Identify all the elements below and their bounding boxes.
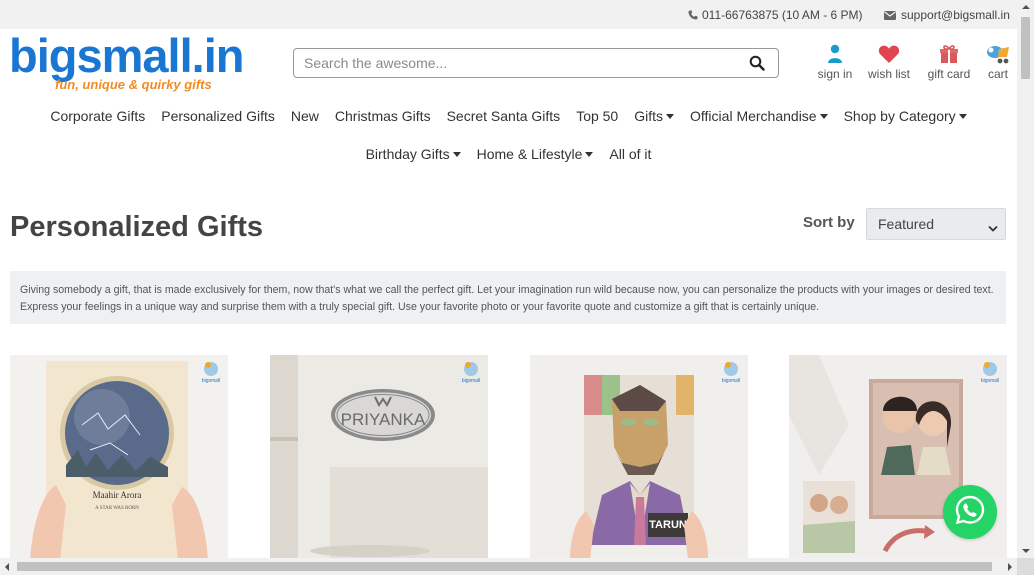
nav-secret-santa-gifts[interactable]: Secret Santa Gifts [439,108,569,124]
svg-text:bigsmall: bigsmall [981,378,999,384]
cart-label: cart [987,67,1008,81]
sign-in-label: sign in [817,67,853,81]
product-personalized-subtext: A STAR WAS BORN [95,506,139,511]
site-logo[interactable]: bigsmall.in fun, unique & quirky gifts [9,29,244,92]
svg-text:bigsmall: bigsmall [202,378,220,384]
main-nav: Corporate Gifts Personalized Gifts New C… [0,108,1017,124]
scrollbar-corner [1017,558,1034,575]
caret-down-icon [666,113,675,119]
nav-label: Birthday Gifts [365,146,450,162]
nav-label: Home & Lifestyle [476,146,583,162]
vertical-scrollbar[interactable] [1017,0,1034,575]
email-text: support@bigsmall.in [901,8,1010,22]
nav-label: Christmas Gifts [334,108,431,124]
sort-value: Featured [878,216,935,232]
category-description: Giving somebody a gift, that is made exc… [10,271,1006,324]
nav-label: Official Merchandise [690,108,817,124]
nav-christmas-gifts[interactable]: Christmas Gifts [327,108,439,124]
nav-label: Secret Santa Gifts [446,108,561,124]
top-bar: 011-66763875 (10 AM - 6 PM) support@bigs… [0,0,1017,29]
caret-down-icon [958,113,967,119]
product-personalized-name: PRIYANKA [341,410,426,429]
phone-contact[interactable]: 011-66763875 (10 AM - 6 PM) [688,8,863,22]
whatsapp-icon [954,494,986,531]
gift-card-link[interactable]: gift card [920,43,978,81]
nav-label: Gifts [634,108,664,124]
nav-official-merchandise-dropdown[interactable]: Official Merchandise [682,108,836,124]
nav-label: Top 50 [576,108,619,124]
nav-home-lifestyle-dropdown[interactable]: Home & Lifestyle [469,146,602,162]
page-title: Personalized Gifts [10,211,264,243]
cart-icon [985,43,1011,65]
whatsapp-chat-button[interactable] [943,485,997,539]
svg-text:bigsmall: bigsmall [462,378,480,384]
sort-label: Sort by [803,214,855,231]
product-personalized-name: Maahir Arora [93,490,142,500]
scroll-up-arrow-icon[interactable] [1022,5,1030,9]
nav-label: All of it [609,146,652,162]
gift-card-label: gift card [927,67,971,81]
scroll-right-arrow-icon[interactable] [1008,563,1012,571]
nav-shop-by-category-dropdown[interactable]: Shop by Category [836,108,975,124]
gift-icon [939,43,959,65]
header-actions: sign in wish list gift card cart [812,43,1018,81]
caret-down-icon [452,151,461,157]
caret-down-icon [819,113,828,119]
caret-down-icon [585,151,594,157]
phone-icon [688,10,698,20]
nav-label: Corporate Gifts [50,108,146,124]
email-contact[interactable]: support@bigsmall.in [884,8,1010,22]
heart-icon [878,43,900,65]
scroll-left-arrow-icon[interactable] [5,563,9,571]
horizontal-scroll-thumb[interactable] [17,562,992,571]
secondary-nav: Birthday Gifts Home & Lifestyle All of i… [0,146,1017,162]
nav-label: Personalized Gifts [161,108,275,124]
nav-new[interactable]: New [283,108,327,124]
mail-icon [884,10,896,20]
svg-text:bigsmall: bigsmall [722,378,740,384]
nav-all-of-it[interactable]: All of it [601,146,659,162]
wish-list-label: wish list [867,67,910,81]
nav-label: New [290,108,319,124]
product-personalized-name: TARUN [649,519,687,531]
product-card[interactable]: PRIYANKA bigsmall [270,355,488,560]
sign-in-link[interactable]: sign in [812,43,858,81]
cart-link[interactable]: cart [978,43,1018,81]
logo-wordmark: bigsmall.in [9,29,244,82]
product-image-name-plate: PRIYANKA bigsmall [270,355,488,560]
nav-personalized-gifts[interactable]: Personalized Gifts [153,108,283,124]
nav-label: Shop by Category [843,108,956,124]
product-image-wpap-portrait: TARUN bigsmall [530,355,748,560]
search-input[interactable] [304,50,742,76]
user-icon [827,43,843,65]
vertical-scroll-thumb[interactable] [1021,17,1030,79]
scroll-down-arrow-icon[interactable] [1022,549,1030,553]
product-image-star-map: Maahir Arora A STAR WAS BORN bigsmall [10,355,228,560]
chevron-down-icon [988,220,998,236]
nav-corporate-gifts[interactable]: Corporate Gifts [42,108,153,124]
search-icon[interactable] [742,49,772,77]
phone-text: 011-66763875 (10 AM - 6 PM) [702,8,863,22]
nav-birthday-gifts-dropdown[interactable]: Birthday Gifts [358,146,469,162]
nav-gifts-dropdown[interactable]: Gifts [626,108,682,124]
nav-top-50[interactable]: Top 50 [568,108,626,124]
product-card[interactable]: Maahir Arora A STAR WAS BORN bigsmall [10,355,228,560]
wish-list-link[interactable]: wish list [858,43,920,81]
sort-select[interactable]: Featured [866,208,1006,240]
search-box [293,48,779,78]
horizontal-scrollbar[interactable] [0,558,1017,575]
product-card[interactable]: TARUN bigsmall [530,355,748,560]
